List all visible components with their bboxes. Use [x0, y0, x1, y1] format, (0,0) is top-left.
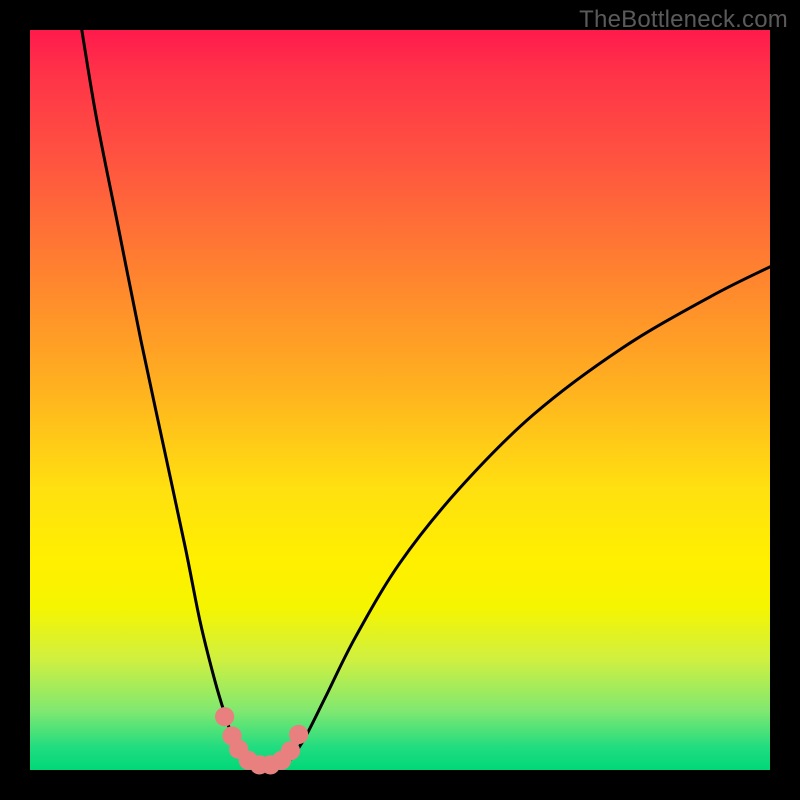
dots-group	[215, 707, 308, 774]
highlight-dot	[281, 741, 300, 760]
outer-frame: TheBottleneck.com	[0, 0, 800, 800]
highlight-dot	[289, 725, 308, 744]
chart-svg	[30, 30, 770, 770]
highlight-dot	[215, 707, 234, 726]
right-branch-line	[289, 267, 770, 761]
curve-group	[82, 30, 770, 766]
left-branch-line	[82, 30, 245, 761]
plot-area	[30, 30, 770, 770]
watermark-text: TheBottleneck.com	[579, 6, 788, 34]
